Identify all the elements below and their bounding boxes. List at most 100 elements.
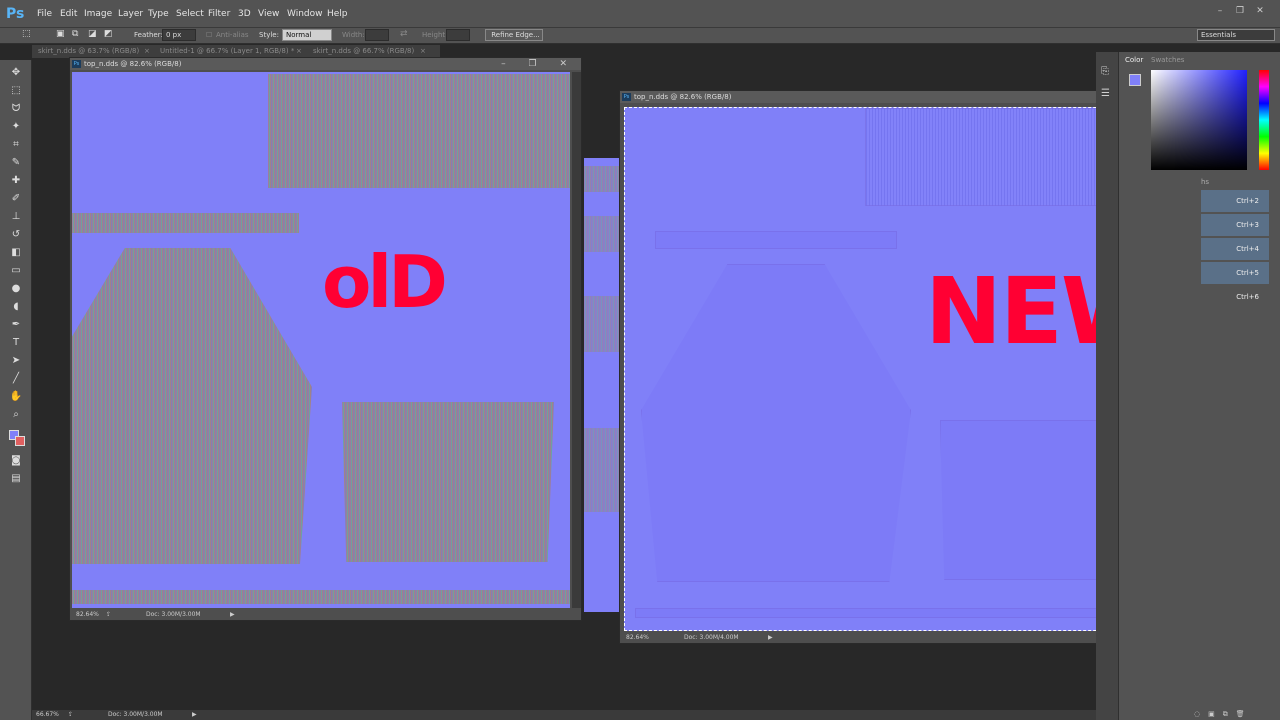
tab-swatches[interactable]: Swatches (1151, 56, 1184, 64)
menu-window[interactable]: Window (287, 9, 323, 19)
blur-tool-icon[interactable]: ● (9, 282, 23, 296)
marquee-tool-icon[interactable]: ⬚ (9, 84, 23, 98)
annotation-old: olD (322, 240, 448, 324)
style-select[interactable]: Normal (282, 29, 332, 41)
antialias-label: Anti-alias (216, 31, 249, 39)
channel-row[interactable]: Ctrl+6 (1201, 286, 1269, 308)
new-selection-icon[interactable]: ▣ (56, 29, 65, 39)
texture-shirt-panel (342, 402, 554, 562)
vertical-scrollbar[interactable] (572, 72, 581, 608)
document-title-bar[interactable]: Ps top_n.dds @ 82.6% (RGB/8) – ❐ ✕ (70, 58, 581, 70)
share-icon[interactable]: ⇪ (106, 609, 111, 620)
magic-wand-icon[interactable]: ✦ (9, 120, 23, 134)
channel-row[interactable]: Ctrl+4 (1201, 238, 1269, 260)
status-menu-icon[interactable]: ▶ (768, 632, 773, 643)
hand-tool-icon[interactable]: ✋ (9, 390, 23, 404)
move-tool-icon[interactable]: ✥ (9, 66, 23, 80)
lasso-tool-icon[interactable]: ᗢ (9, 102, 23, 116)
quick-mask-icon[interactable]: ◙ (9, 454, 23, 468)
tab-color[interactable]: Color (1125, 56, 1143, 64)
history-panel-icon[interactable]: ⎘ (1101, 66, 1109, 77)
brush-tool-icon[interactable]: ✐ (9, 192, 23, 206)
close-icon[interactable]: ✕ (1253, 6, 1267, 18)
status-menu-icon[interactable]: ▶ (230, 609, 235, 620)
background-document-canvas (584, 158, 620, 612)
antialias-checkbox[interactable]: ☐ (206, 31, 212, 39)
path-select-icon[interactable]: ➤ (9, 354, 23, 368)
zoom-tool-icon[interactable]: ⌕ (9, 408, 23, 422)
marquee-tool-icon[interactable]: ⬚ (22, 29, 31, 39)
minimize-icon[interactable]: – (1213, 6, 1227, 18)
feather-label: Feather: (134, 31, 163, 39)
subtract-selection-icon[interactable]: ◪ (88, 29, 97, 39)
intersect-selection-icon[interactable]: ◩ (104, 29, 113, 39)
window-controls-icon[interactable]: – ❐ ✕ (501, 58, 577, 70)
line-tool-icon[interactable]: ╱ (9, 372, 23, 386)
ps-doc-icon: Ps (622, 93, 631, 101)
type-tool-icon[interactable]: T (9, 336, 23, 350)
tab-close-icon[interactable]: × (296, 47, 302, 55)
doc-size: Doc: 3.00M/4.00M (684, 634, 739, 641)
zoom-level[interactable]: 66.67% (36, 710, 59, 720)
crop-tool-icon[interactable]: ⌗ (9, 138, 23, 152)
workspace-select[interactable]: Essentials (1197, 29, 1275, 41)
menu-bar: Ps File Edit Image Layer Type Select Fil… (0, 0, 1280, 28)
menu-select[interactable]: Select (176, 9, 204, 19)
menu-file[interactable]: File (37, 9, 52, 19)
tab-untitled-1[interactable]: Untitled-1 @ 66.7% (Layer 1, RGB/8) * (160, 47, 294, 55)
document-window-old[interactable]: Ps top_n.dds @ 82.6% (RGB/8) – ❐ ✕ olD 8… (69, 57, 582, 621)
swap-icon[interactable]: ⇄ (400, 29, 408, 39)
menu-filter[interactable]: Filter (208, 9, 230, 19)
tab-skirt-63[interactable]: skirt_n.dds @ 63.7% (RGB/8) (38, 47, 139, 55)
tab-skirt-66[interactable]: skirt_n.dds @ 66.7% (RGB/8) (313, 47, 414, 55)
width-input[interactable] (365, 29, 389, 41)
properties-panel-icon[interactable]: ☰ (1101, 88, 1110, 99)
height-label: Height: (422, 31, 448, 39)
tab-close-icon[interactable]: × (144, 47, 150, 55)
refine-edge-button[interactable]: Refine Edge... (485, 29, 543, 41)
layer-buttons-icon[interactable]: ◌▣⧉🗑 (1190, 710, 1280, 720)
menu-3d[interactable]: 3D (238, 9, 251, 19)
ps-doc-icon: Ps (72, 60, 81, 68)
dodge-tool-icon[interactable]: ◖ (9, 300, 23, 314)
eraser-icon[interactable]: ◧ (9, 246, 23, 260)
menu-image[interactable]: Image (84, 9, 112, 19)
channel-row[interactable]: Ctrl+2 (1201, 190, 1269, 212)
color-panel: Color Swatches hs Ctrl+2 Ctrl+3 Ctrl+4 C… (1118, 52, 1280, 720)
height-input[interactable] (446, 29, 470, 41)
menu-help[interactable]: Help (327, 9, 348, 19)
menu-view[interactable]: View (258, 9, 279, 19)
screen-mode-icon[interactable]: ▤ (9, 472, 23, 486)
share-icon[interactable]: ⇪ (68, 710, 73, 720)
canvas-old[interactable]: olD (72, 72, 570, 608)
eyedropper-icon[interactable]: ✎ (9, 156, 23, 170)
doc-size: Doc: 3.00M/3.00M (108, 711, 163, 718)
hue-slider[interactable] (1259, 70, 1269, 170)
status-menu-icon[interactable]: ▶ (192, 710, 197, 720)
zoom-level[interactable]: 82.64% (76, 609, 99, 620)
zoom-level[interactable]: 82.64% (626, 632, 649, 643)
add-selection-icon[interactable]: ⧉ (72, 29, 78, 39)
restore-icon[interactable]: ❐ (1233, 6, 1247, 18)
panel-label: hs (1201, 178, 1210, 186)
history-brush-icon[interactable]: ↺ (9, 228, 23, 242)
color-picker-field[interactable] (1151, 70, 1247, 170)
clone-stamp-icon[interactable]: ⊥ (9, 210, 23, 224)
pen-tool-icon[interactable]: ✒ (9, 318, 23, 332)
menu-layer[interactable]: Layer (118, 9, 143, 19)
feather-input[interactable]: 0 px (162, 29, 196, 41)
gradient-icon[interactable]: ▭ (9, 264, 23, 278)
menu-type[interactable]: Type (148, 9, 169, 19)
main-status-bar: 66.67% ⇪ Doc: 3.00M/3.00M ▶ (32, 710, 1096, 720)
tab-close-icon[interactable]: × (420, 47, 426, 55)
channel-row[interactable]: Ctrl+3 (1201, 214, 1269, 236)
texture-strip (72, 213, 299, 233)
healing-brush-icon[interactable]: ✚ (9, 174, 23, 188)
photoshop-logo: Ps (6, 6, 25, 22)
background-color-swatch[interactable] (15, 436, 25, 446)
channel-row[interactable]: Ctrl+5 (1201, 262, 1269, 284)
status-bar: 82.64% ⇪ Doc: 3.00M/3.00M ▶ (70, 609, 581, 620)
menu-edit[interactable]: Edit (60, 9, 77, 19)
foreground-color-swatch[interactable] (1129, 74, 1141, 86)
texture-shirt-body (72, 248, 312, 564)
